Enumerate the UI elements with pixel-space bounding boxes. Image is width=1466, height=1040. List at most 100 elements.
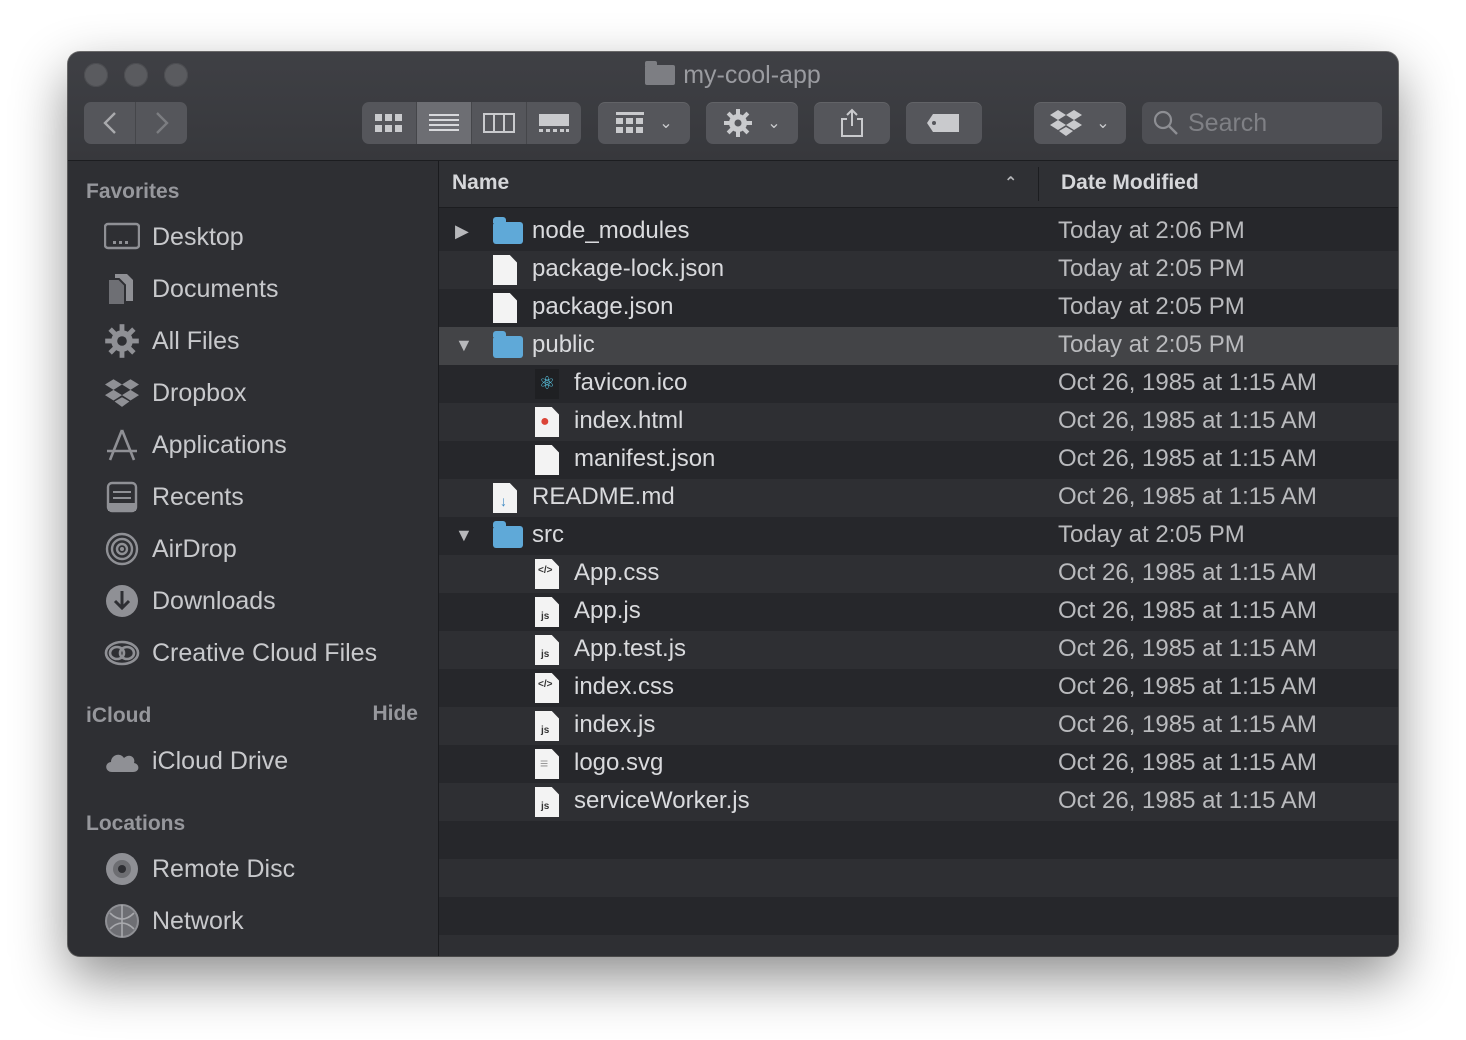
back-button[interactable] bbox=[84, 102, 136, 144]
file-name: logo.svg bbox=[574, 749, 664, 776]
view-list-button[interactable] bbox=[417, 102, 472, 144]
table-row[interactable]: </> index.css Oct 26, 1985 at 1:15 AM bbox=[439, 669, 1398, 707]
table-row[interactable]: js App.js Oct 26, 1985 at 1:15 AM bbox=[439, 593, 1398, 631]
sidebar-item-dropbox[interactable]: Dropbox bbox=[102, 371, 247, 415]
dropbox-icon bbox=[102, 375, 142, 411]
file-name: App.css bbox=[574, 559, 660, 586]
react-icon: ⚛ bbox=[535, 369, 559, 399]
sidebar-item-label: Dropbox bbox=[152, 378, 247, 407]
table-row[interactable]: manifest.json Oct 26, 1985 at 1:15 AM bbox=[439, 441, 1398, 479]
file-name: README.md bbox=[532, 483, 675, 510]
sidebar-item-icloud-drive[interactable]: iCloud Drive bbox=[102, 739, 288, 783]
sidebar-item-recents[interactable]: Recents bbox=[102, 475, 244, 519]
sidebar-item-all-files[interactable]: All Files bbox=[102, 319, 240, 363]
js-glyph: js bbox=[541, 649, 550, 660]
table-row[interactable]: ● index.html Oct 26, 1985 at 1:15 AM bbox=[439, 403, 1398, 441]
disclosure-expanded-icon[interactable]: ▼ bbox=[455, 335, 473, 355]
table-row[interactable]: js index.js Oct 26, 1985 at 1:15 AM bbox=[439, 707, 1398, 745]
table-row[interactable]: package-lock.json Today at 2:05 PM bbox=[439, 251, 1398, 289]
view-icons-button[interactable] bbox=[362, 102, 417, 144]
file-name: index.css bbox=[574, 673, 675, 700]
markdown-icon: ↓ bbox=[493, 483, 517, 513]
group-grid-icon bbox=[616, 112, 645, 133]
table-row[interactable]: </> App.css Oct 26, 1985 at 1:15 AM bbox=[439, 555, 1398, 593]
table-row[interactable]: ▼ public Today at 2:05 PM bbox=[439, 327, 1398, 365]
grid-icon bbox=[375, 114, 402, 132]
table-row[interactable]: package.json Today at 2:05 PM bbox=[439, 289, 1398, 327]
sidebar-item-network[interactable]: Network bbox=[102, 899, 244, 943]
icloud-hide-button[interactable]: Hide bbox=[372, 702, 418, 726]
search-field[interactable]: Search bbox=[1142, 102, 1382, 144]
airdrop-icon bbox=[102, 531, 142, 567]
sidebar-item-desktop[interactable]: Desktop bbox=[102, 215, 244, 259]
column-divider[interactable] bbox=[1038, 167, 1039, 201]
empty-row bbox=[439, 821, 1398, 859]
file-name: index.js bbox=[574, 711, 656, 738]
table-row[interactable]: ▼ src Today at 2:05 PM bbox=[439, 517, 1398, 555]
icloud-heading: iCloud bbox=[86, 704, 152, 727]
sidebar-item-applications[interactable]: Applications bbox=[102, 423, 287, 467]
column-header-row: Name ⌃ Date Modified bbox=[439, 161, 1398, 208]
sidebar-item-label: Desktop bbox=[152, 222, 244, 251]
search-icon bbox=[1153, 110, 1178, 135]
table-row[interactable]: ≡ logo.svg Oct 26, 1985 at 1:15 AM bbox=[439, 745, 1398, 783]
title-bar: my-cool-app ⌄ ⌄ ⌄ Search bbox=[68, 52, 1398, 161]
column-header-name[interactable]: Name bbox=[452, 171, 509, 195]
table-row[interactable]: ↓ README.md Oct 26, 1985 at 1:15 AM bbox=[439, 479, 1398, 517]
creative-cloud-icon bbox=[102, 635, 142, 671]
sidebar-item-creative-cloud[interactable]: Creative Cloud Files bbox=[102, 631, 377, 675]
css-file-icon: </> bbox=[535, 559, 559, 589]
sort-ascending-icon[interactable]: ⌃ bbox=[1004, 173, 1017, 193]
tags-button[interactable] bbox=[906, 102, 982, 144]
sidebar-item-downloads[interactable]: Downloads bbox=[102, 579, 276, 623]
folder-icon bbox=[493, 217, 523, 244]
date-modified: Oct 26, 1985 at 1:15 AM bbox=[1058, 597, 1317, 624]
share-button[interactable] bbox=[814, 102, 890, 144]
disclosure-collapsed-icon[interactable]: ▶ bbox=[455, 221, 471, 241]
date-modified: Oct 26, 1985 at 1:15 AM bbox=[1058, 749, 1317, 776]
forward-button[interactable] bbox=[136, 102, 187, 144]
list-view-icon bbox=[429, 114, 459, 131]
cloud-icon bbox=[102, 743, 142, 779]
file-name: App.test.js bbox=[574, 635, 687, 662]
sidebar-item-label: Creative Cloud Files bbox=[152, 638, 378, 667]
text-lines-glyph: ≡ bbox=[540, 755, 549, 771]
text-file-icon: ≡ bbox=[535, 749, 559, 779]
empty-row bbox=[439, 935, 1398, 956]
date-modified: Today at 2:05 PM bbox=[1058, 331, 1245, 358]
view-gallery-button[interactable] bbox=[527, 102, 581, 144]
tag-icon bbox=[927, 114, 959, 132]
dropbox-menu-button[interactable]: ⌄ bbox=[1034, 102, 1126, 144]
file-list: Name ⌃ Date Modified ▶ node_modules Today … bbox=[439, 161, 1398, 956]
window-title-text: my-cool-app bbox=[683, 61, 821, 89]
table-row[interactable]: js serviceWorker.js Oct 26, 1985 at 1:15 A… bbox=[439, 783, 1398, 821]
table-row[interactable]: ▶ node_modules Today at 2:06 PM bbox=[439, 213, 1398, 251]
sidebar-item-remote-disc[interactable]: Remote Disc bbox=[102, 847, 295, 891]
chevron-right-icon bbox=[155, 112, 169, 134]
disclosure-expanded-icon[interactable]: ▼ bbox=[455, 525, 473, 545]
empty-row bbox=[439, 897, 1398, 935]
file-name: package-lock.json bbox=[532, 255, 725, 282]
js-file-icon: js bbox=[535, 711, 559, 741]
applications-icon bbox=[102, 427, 142, 463]
download-arrow-glyph: ↓ bbox=[500, 493, 507, 509]
document-icon bbox=[493, 255, 517, 285]
group-by-button[interactable]: ⌄ bbox=[598, 102, 690, 144]
date-modified: Today at 2:05 PM bbox=[1058, 255, 1245, 282]
date-modified: Oct 26, 1985 at 1:15 AM bbox=[1058, 483, 1317, 510]
sidebar-item-documents[interactable]: Documents bbox=[102, 267, 278, 311]
documents-icon bbox=[102, 271, 142, 307]
view-columns-button[interactable] bbox=[472, 102, 527, 144]
chevron-down-icon: ⌄ bbox=[767, 115, 781, 132]
table-row[interactable]: js App.test.js Oct 26, 1985 at 1:15 AM bbox=[439, 631, 1398, 669]
action-menu-button[interactable]: ⌄ bbox=[706, 102, 798, 144]
date-modified: Oct 26, 1985 at 1:15 AM bbox=[1058, 711, 1317, 738]
share-icon bbox=[841, 108, 863, 137]
chevron-down-icon: ⌄ bbox=[1096, 115, 1110, 132]
sidebar-item-airdrop[interactable]: AirDrop bbox=[102, 527, 237, 571]
folder-icon bbox=[493, 521, 523, 548]
code-glyph: </> bbox=[538, 565, 553, 576]
table-row[interactable]: ⚛ favicon.ico Oct 26, 1985 at 1:15 AM bbox=[439, 365, 1398, 403]
column-header-date-modified[interactable]: Date Modified bbox=[1061, 171, 1199, 195]
chrome-icon: ● bbox=[535, 407, 559, 437]
